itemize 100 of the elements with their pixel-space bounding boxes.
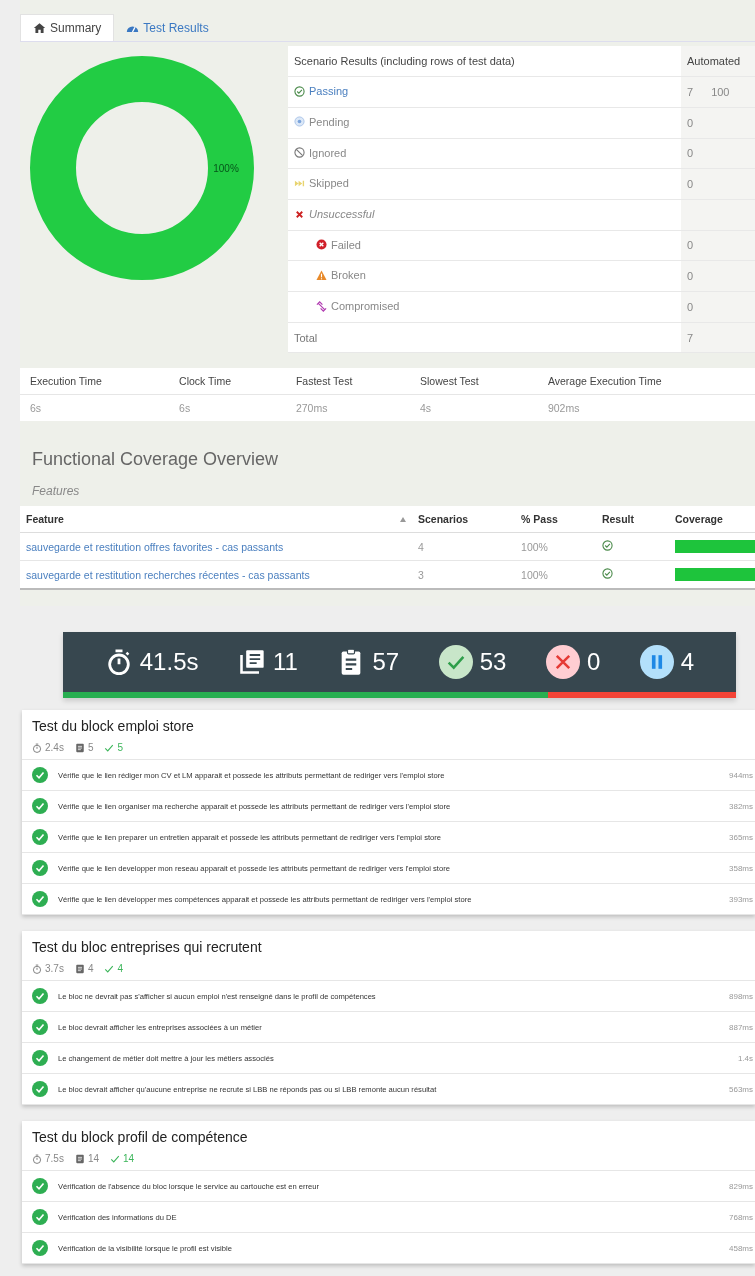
check-circle-icon <box>32 829 48 845</box>
ring-label: 100% <box>213 163 239 174</box>
document-icon <box>74 963 85 974</box>
test-duration: 563ms <box>728 1084 754 1094</box>
check-circle-icon <box>601 540 613 552</box>
warning-icon <box>316 269 327 281</box>
count-cell: 0 <box>687 270 694 283</box>
home-icon <box>33 22 46 34</box>
stopwatch-icon <box>32 963 42 974</box>
document-icon <box>74 1153 85 1164</box>
passed-count: 4 <box>117 963 124 974</box>
summary-count: 0 <box>586 648 601 676</box>
result-label: Total <box>294 331 318 344</box>
document-icon <box>74 742 85 753</box>
test-duration: 944ms <box>728 770 754 780</box>
count-cell: 7 <box>687 86 694 99</box>
result-label: Skipped <box>309 177 349 190</box>
check-circle-icon <box>32 1019 48 1035</box>
suite-duration: 2.4s <box>45 742 64 753</box>
summary-count: 57 <box>372 648 400 676</box>
table-cell: 6s <box>169 394 286 422</box>
table-cell: 902ms <box>537 394 755 422</box>
feature-link[interactable]: sauvegarde et restitution recherches récentes - cas passants <box>20 560 412 590</box>
summary-count: 53 <box>479 648 507 676</box>
result-label: Broken <box>331 269 366 282</box>
column-header: Execution Time <box>20 368 170 395</box>
feature-link[interactable]: sauvegarde et restitution offres favorites - cas passants <box>20 532 412 561</box>
library-icon <box>238 648 266 676</box>
summary-count: 11 <box>273 648 298 676</box>
table-cell: 100% <box>515 560 596 590</box>
sort-icon[interactable] <box>400 516 406 522</box>
result-label: Compromised <box>331 300 400 313</box>
check-circle-icon <box>32 1081 48 1097</box>
summary-count: 4 <box>680 648 695 676</box>
table-cell: 3 <box>412 560 516 590</box>
ban-icon <box>294 147 305 159</box>
count-cell: 0 <box>687 178 694 191</box>
suite-title: Test du block profil de compétence <box>32 1129 249 1145</box>
cross-icon <box>294 208 305 220</box>
broken-link-icon <box>316 300 327 312</box>
result-label: Failed <box>331 238 361 251</box>
suite-duration: 7.5s <box>45 1153 64 1164</box>
test-count: 14 <box>87 1153 100 1164</box>
error-icon <box>316 239 327 251</box>
column-header: Clock Time <box>169 368 286 395</box>
test-count: 5 <box>87 742 94 753</box>
check-icon <box>104 963 115 974</box>
column-header: Automated <box>681 46 755 77</box>
test-duration: 382ms <box>728 801 754 811</box>
test-duration: 829ms <box>728 1181 754 1191</box>
table-cell: 4 <box>412 532 516 561</box>
table-cell: 270ms <box>285 394 411 422</box>
stopwatch-icon <box>32 742 42 753</box>
suite-title: Test du bloc entreprises qui recrutent <box>32 939 263 955</box>
count-cell: 0 <box>687 239 694 252</box>
stopwatch-icon <box>32 1153 42 1164</box>
test-duration: 393ms <box>728 894 754 904</box>
pause-circle-icon <box>639 645 674 679</box>
result-label: Pending <box>309 115 350 128</box>
check-circle-icon <box>32 860 48 876</box>
column-header[interactable]: Feature <box>26 513 64 526</box>
result-label: Unsuccessful <box>309 208 375 221</box>
column-header[interactable]: Result <box>595 506 669 533</box>
check-icon <box>104 742 115 753</box>
column-header[interactable]: Coverage <box>669 506 755 533</box>
tab[interactable]: Summary <box>20 14 115 41</box>
result-link[interactable]: Passing <box>309 85 349 98</box>
check-circle-icon <box>32 767 48 783</box>
test-duration: 898ms <box>728 991 754 1001</box>
check-circle-icon <box>32 891 48 907</box>
cross-circle-icon <box>545 645 580 679</box>
test-duration: 365ms <box>728 832 754 842</box>
check-circle-icon <box>32 1209 48 1225</box>
check-circle-icon <box>32 1050 48 1066</box>
check-circle-icon <box>601 568 613 580</box>
table-cell: 4s <box>410 394 538 422</box>
table-cell: 6s <box>20 394 170 422</box>
suite-duration: 3.7s <box>45 963 64 974</box>
suite-title: Test du block emploi store <box>32 718 195 734</box>
section-heading: Functional Coverage Overview <box>32 449 280 471</box>
column-header: Fastest Test <box>285 368 411 395</box>
check-circle-icon <box>294 85 305 97</box>
passed-count: 5 <box>117 742 124 753</box>
check-circle-icon <box>32 1178 48 1194</box>
test-duration: 768ms <box>728 1212 754 1222</box>
count-cell: 0 <box>687 116 694 129</box>
passed-count: 14 <box>123 1153 135 1164</box>
column-header: Slowest Test <box>410 368 538 395</box>
test-duration: 1.4s <box>736 1053 754 1063</box>
count-cell: 7 <box>687 331 694 344</box>
column-header: Average Execution Time <box>537 368 755 395</box>
check-icon <box>110 1153 121 1164</box>
pending-icon <box>294 116 305 128</box>
column-header[interactable]: Scenarios <box>412 506 516 533</box>
column-header[interactable]: % Pass <box>515 506 596 533</box>
table-cell: 100% <box>515 532 596 561</box>
check-circle-icon <box>32 1240 48 1256</box>
test-count: 4 <box>87 963 94 974</box>
test-duration: 458ms <box>728 1243 754 1253</box>
tab[interactable]: Test Results <box>114 14 221 41</box>
